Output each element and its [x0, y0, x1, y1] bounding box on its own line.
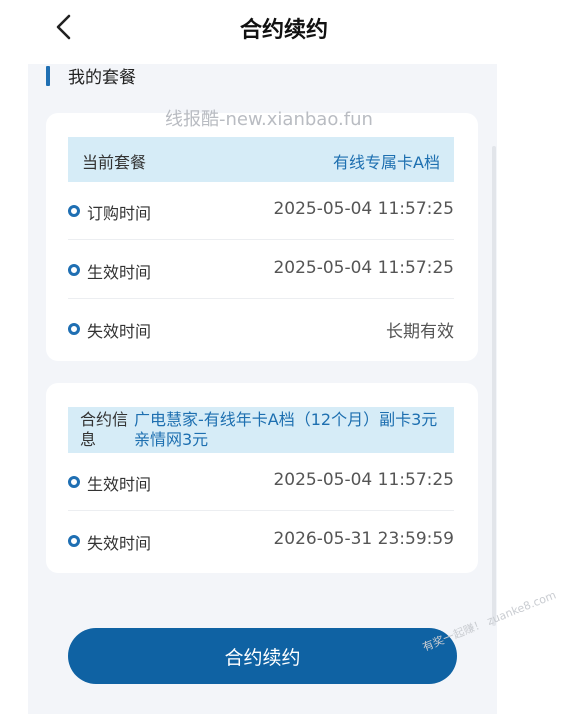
scrollbar[interactable]	[492, 146, 496, 626]
order-time-row: 订购时间 2025-05-04 11:57:25	[68, 182, 454, 240]
order-time-value: 2025-05-04 11:57:25	[273, 199, 454, 219]
current-plan-highlight: 当前套餐 有线专属卡A档	[68, 137, 454, 182]
contract-expiry-value: 2026-05-31 23:59:59	[273, 529, 454, 549]
contract-expiry-label: 失效时间	[87, 534, 152, 553]
effective-time-label: 生效时间	[87, 263, 152, 282]
contract-expiry-row: 失效时间 2026-05-31 23:59:59	[68, 512, 454, 570]
bullet-dot-icon	[68, 323, 80, 335]
expiry-time-label: 失效时间	[87, 322, 152, 341]
section-accent-bar	[46, 66, 50, 86]
bullet-dot-icon	[68, 205, 80, 217]
current-plan-label: 当前套餐	[82, 153, 147, 172]
contract-effective-value: 2025-05-04 11:57:25	[273, 470, 454, 490]
expiry-time-value: 长期有效	[386, 322, 454, 342]
top-bar: 合约续约	[0, 0, 568, 58]
renew-button-label: 合约续约	[224, 647, 301, 669]
renew-contract-button[interactable]: 合约续约	[68, 628, 457, 684]
divider	[68, 298, 454, 299]
bullet-dot-icon	[68, 535, 80, 547]
expiry-time-row: 失效时间 长期有效	[68, 300, 454, 358]
contract-effective-row: 生效时间 2025-05-04 11:57:25	[68, 453, 454, 511]
bullet-dot-icon	[68, 476, 80, 488]
section-title: 我的套餐	[68, 68, 136, 88]
effective-time-row: 生效时间 2025-05-04 11:57:25	[68, 241, 454, 299]
watermark-text: 线报酷-new.xianbao.fun	[165, 109, 373, 130]
effective-time-value: 2025-05-04 11:57:25	[273, 258, 454, 278]
current-plan-value: 有线专属卡A档	[333, 153, 440, 172]
order-time-label: 订购时间	[87, 204, 152, 223]
page-title: 合约续约	[239, 18, 328, 43]
current-plan-card: 当前套餐 有线专属卡A档 订购时间 2025-05-04 11:57:25 生效…	[46, 113, 478, 361]
contract-info-label: 合约信息	[80, 410, 129, 449]
bullet-dot-icon	[68, 264, 80, 276]
contract-effective-label: 生效时间	[87, 475, 152, 494]
contract-highlight: 合约信息 广电慧家-有线年卡A档（12个月）副卡3元亲情网3元	[68, 407, 454, 453]
contract-card: 合约信息 广电慧家-有线年卡A档（12个月）副卡3元亲情网3元 生效时间 202…	[46, 383, 478, 573]
contract-info-value: 广电慧家-有线年卡A档（12个月）副卡3元亲情网3元	[134, 410, 438, 449]
divider	[68, 239, 454, 240]
divider	[68, 510, 454, 511]
